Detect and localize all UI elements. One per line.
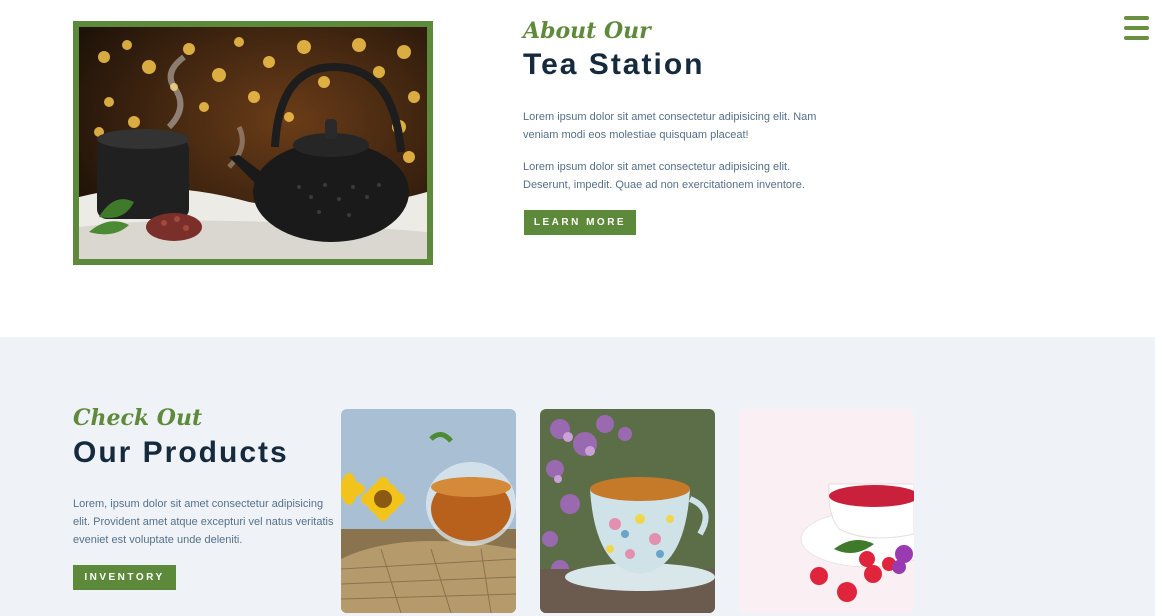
about-paragraph-2: Lorem ipsum dolor sit amet consectetur a…: [523, 161, 805, 191]
inventory-button[interactable]: INVENTORY: [73, 565, 176, 590]
about-script-heading: About Our: [523, 18, 651, 44]
about-title: Tea Station: [523, 48, 705, 81]
hamburger-menu-icon[interactable]: [1124, 16, 1149, 40]
about-teapot-image: [73, 21, 433, 265]
products-paragraph: Lorem, ipsum dolor sit amet consectetur …: [73, 498, 334, 546]
about-paragraph-1: Lorem ipsum dolor sit amet consectetur a…: [523, 111, 817, 141]
products-title: Our Products: [73, 436, 289, 469]
product-card-floral-tea[interactable]: [540, 409, 715, 613]
product-card-berry-tea[interactable]: [739, 409, 914, 613]
products-script-heading: Check Out: [73, 405, 203, 431]
product-card-herbal-tea[interactable]: [341, 409, 516, 613]
learn-more-button[interactable]: LEARN MORE: [524, 210, 636, 235]
